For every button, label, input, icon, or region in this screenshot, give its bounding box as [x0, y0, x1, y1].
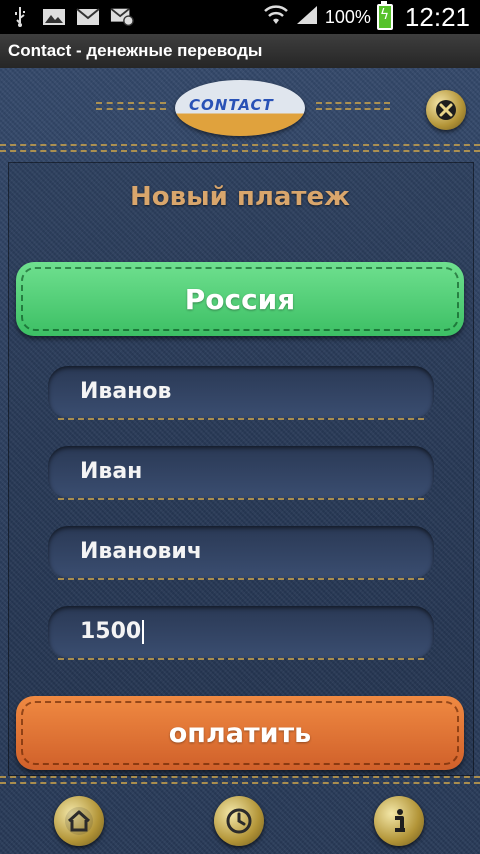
last-name-field[interactable]: Иванов — [48, 366, 434, 418]
status-bar: 100% ϟ 12:21 — [0, 0, 480, 34]
info-icon — [395, 809, 405, 832]
mail-icon — [76, 7, 100, 27]
contact-logo: CONTACT — [175, 80, 305, 136]
pay-button[interactable]: оплатить — [16, 696, 464, 770]
history-icon — [226, 808, 252, 834]
app-title: Contact - денежные переводы — [8, 41, 263, 60]
stitch-line — [96, 102, 166, 104]
stitch-line — [0, 782, 480, 784]
notification-icons — [8, 4, 134, 30]
signal-icon — [295, 4, 319, 30]
logo-text: CONTACT — [189, 96, 274, 114]
stitch-line — [0, 144, 480, 146]
wifi-icon — [263, 4, 289, 30]
amount-text: 1500 — [80, 619, 142, 644]
info-button[interactable] — [374, 796, 424, 846]
country-button[interactable]: Россия — [16, 262, 464, 336]
page-title: Новый платеж — [130, 182, 350, 212]
country-label: Россия — [184, 282, 296, 316]
close-icon — [436, 100, 456, 120]
clock: 12:21 — [404, 1, 470, 32]
app-content: CONTACT Новый платеж Россия Иванов Иван … — [0, 68, 480, 854]
stitch-line — [58, 658, 424, 660]
stitch-line — [58, 578, 424, 580]
first-name-value: Иван — [80, 459, 143, 484]
first-name-field[interactable]: Иван — [48, 446, 434, 498]
stitch-line — [58, 498, 424, 500]
battery-icon: ϟ — [376, 1, 393, 30]
close-button[interactable] — [426, 90, 466, 130]
middle-name-value: Иванович — [80, 539, 202, 564]
stitch-line — [58, 418, 424, 420]
pay-label: оплатить — [168, 717, 312, 749]
battery-percent: 100% — [324, 6, 371, 27]
usb-icon — [8, 7, 32, 27]
stitch-line — [0, 150, 480, 152]
amount-field[interactable]: 1500 — [48, 606, 434, 658]
stitch-line — [0, 776, 480, 778]
mail-settings-icon — [110, 7, 134, 27]
amount-value: 1500 — [80, 619, 145, 644]
history-button[interactable] — [214, 796, 264, 846]
image-icon — [42, 7, 66, 27]
status-right: 100% ϟ 12:21 — [263, 1, 470, 32]
title-bar: Contact - денежные переводы — [0, 34, 480, 69]
stitch-line — [316, 102, 390, 104]
last-name-value: Иванов — [80, 379, 172, 404]
home-button[interactable] — [54, 796, 104, 846]
middle-name-field[interactable]: Иванович — [48, 526, 434, 578]
stitch-line — [96, 108, 166, 110]
home-icon — [65, 807, 93, 835]
text-cursor — [142, 620, 145, 644]
stitch-line — [316, 108, 390, 110]
